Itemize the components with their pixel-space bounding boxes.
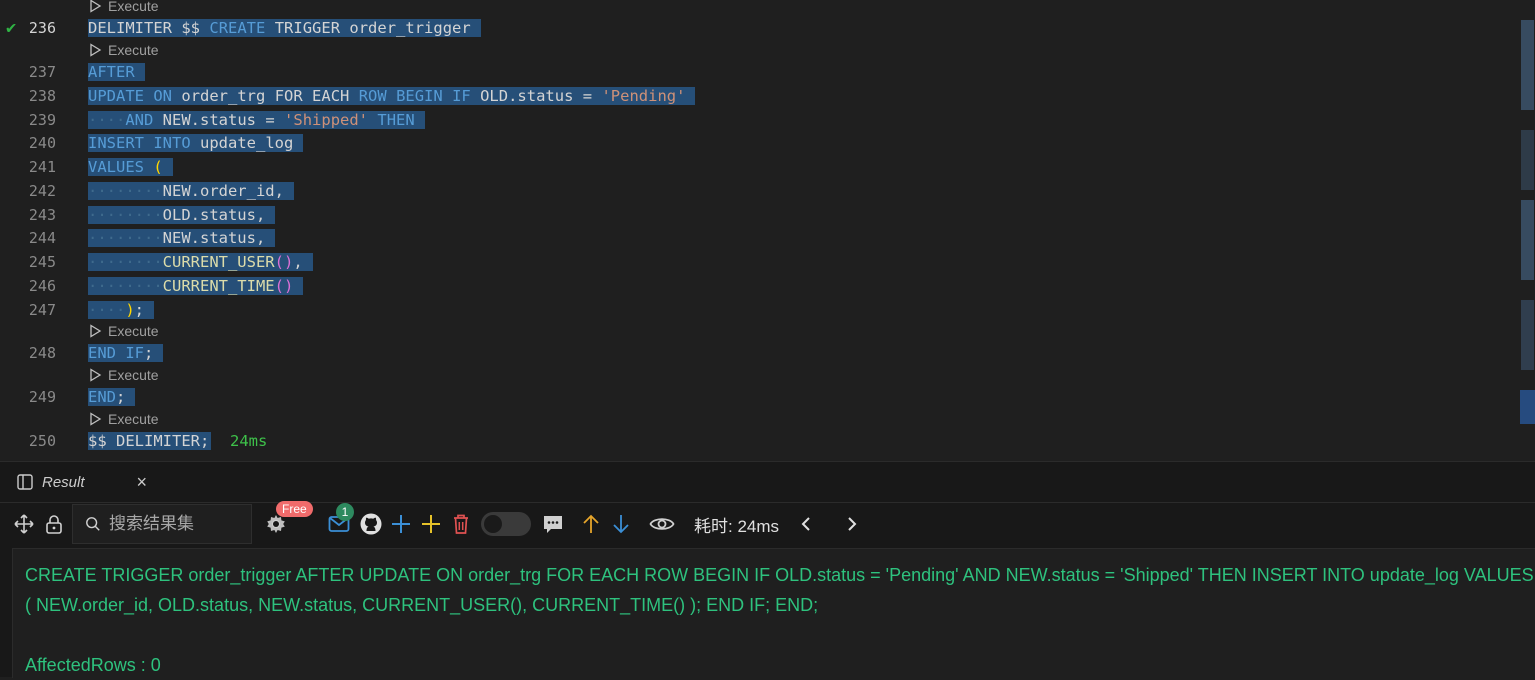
execute-label: Execute	[108, 0, 159, 14]
code-line-250[interactable]: $$ DELIMITER; 24ms	[88, 429, 267, 453]
code-editor[interactable]: Execute ✔ 236 DELIMITER $$ CREATE TRIGGE…	[0, 0, 1535, 461]
line-number: 247	[28, 301, 56, 319]
arrow-down-icon[interactable]	[606, 513, 636, 535]
line-number: 244	[28, 229, 56, 247]
line-number: 243	[28, 206, 56, 224]
code-line-243[interactable]: ········OLD.status,	[88, 203, 276, 227]
code-line-240[interactable]: INSERT INTO update_log	[88, 131, 304, 155]
line-number: 250	[28, 432, 56, 450]
minimap[interactable]	[1520, 0, 1535, 440]
line-number: 249	[28, 388, 56, 406]
arrow-up-icon[interactable]	[576, 513, 606, 535]
mail-count-badge: 1	[336, 503, 354, 521]
tab-result[interactable]: Result ×	[0, 462, 159, 502]
code-line-239[interactable]: ····AND NEW.status = 'Shipped' THEN	[88, 108, 425, 132]
elapsed-time: 耗时: 24ms	[694, 516, 780, 536]
tab-label: Result	[42, 473, 85, 491]
code-line-245[interactable]: ········CURRENT_USER(),	[88, 250, 313, 274]
play-icon	[90, 43, 102, 57]
line-number: 240	[28, 134, 56, 152]
result-toolbar: Free 1 耗时: 24ms	[0, 501, 1535, 544]
line-number: 246	[28, 277, 56, 295]
code-line-247[interactable]: ····);	[88, 298, 155, 322]
code-line-244[interactable]: ········NEW.status,	[88, 226, 276, 250]
execute-codelens[interactable]: Execute	[88, 40, 159, 60]
github-icon[interactable]	[356, 512, 386, 536]
code-line-242[interactable]: ········NEW.order_id,	[88, 179, 294, 203]
line-number: 239	[28, 111, 56, 129]
add-column-icon[interactable]	[416, 514, 446, 534]
play-icon	[90, 412, 102, 426]
execution-time: 24ms	[230, 432, 268, 450]
code-line-248[interactable]: END IF;	[88, 341, 164, 365]
line-number: 248	[28, 344, 56, 362]
chevron-left-icon[interactable]	[791, 516, 821, 532]
free-badge: Free	[276, 501, 313, 517]
execute-label: Execute	[108, 367, 159, 383]
code-line-246[interactable]: ········CURRENT_TIME()	[88, 274, 304, 298]
execute-codelens[interactable]: Execute	[88, 321, 159, 341]
code-line-238[interactable]: UPDATE ON order_trg FOR EACH ROW BEGIN I…	[88, 84, 696, 108]
mail-button[interactable]: 1	[322, 503, 356, 533]
line-number: 245	[28, 253, 56, 271]
lock-icon[interactable]	[40, 513, 68, 535]
delete-icon[interactable]	[446, 513, 476, 535]
eye-icon[interactable]	[642, 515, 682, 533]
play-icon	[90, 368, 102, 382]
execute-codelens[interactable]: Execute	[88, 0, 159, 16]
move-icon[interactable]	[8, 513, 40, 535]
code-line-237[interactable]: AFTER	[88, 60, 145, 84]
close-icon[interactable]: ×	[137, 472, 148, 493]
line-number: 241	[28, 158, 56, 176]
line-number: 236	[28, 19, 56, 37]
panel-tab-bar: Result ×	[0, 462, 1535, 503]
execute-label: Execute	[108, 411, 159, 427]
add-row-icon[interactable]	[386, 514, 416, 534]
execute-label: Execute	[108, 42, 159, 58]
execute-label: Execute	[108, 323, 159, 339]
search-box[interactable]	[72, 504, 252, 544]
line-number: 242	[28, 182, 56, 200]
executed-sql: CREATE TRIGGER order_trigger AFTER UPDAT…	[25, 565, 1534, 615]
result-panel: Result × Free 1	[0, 461, 1535, 678]
line-number: 238	[28, 87, 56, 105]
execute-codelens[interactable]: Execute	[88, 409, 159, 429]
panel-layout-icon	[17, 474, 33, 490]
chevron-right-icon[interactable]	[837, 516, 867, 532]
play-icon	[90, 324, 102, 338]
line-number: 237	[28, 63, 56, 81]
play-icon	[90, 0, 102, 13]
settings-button[interactable]: Free	[260, 501, 313, 535]
toggle-switch[interactable]	[476, 512, 536, 536]
code-line-241[interactable]: VALUES (	[88, 155, 173, 179]
execute-codelens[interactable]: Execute	[88, 365, 159, 385]
search-input[interactable]	[107, 513, 251, 535]
query-output: CREATE TRIGGER order_trigger AFTER UPDAT…	[12, 548, 1535, 678]
code-line-236[interactable]: DELIMITER $$ CREATE TRIGGER order_trigge…	[88, 16, 481, 40]
search-icon	[86, 517, 100, 531]
code-line-249[interactable]: END;	[88, 385, 136, 409]
comment-icon[interactable]	[536, 513, 570, 535]
